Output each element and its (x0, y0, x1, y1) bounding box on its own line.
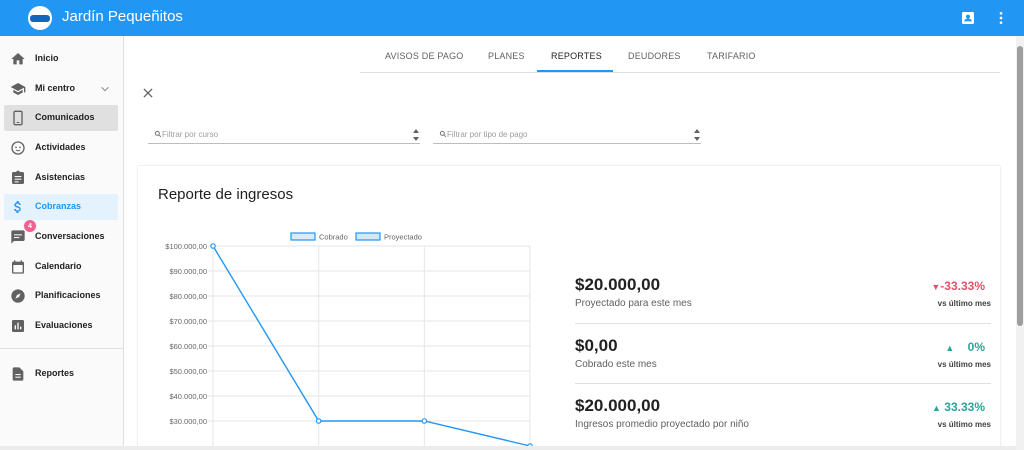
y-tick-label: $90.000,00 (169, 267, 207, 276)
y-tick-label: $80.000,00 (169, 292, 207, 301)
select-arrows-icon (413, 129, 419, 141)
stat-label: Ingresos promedio proyectado por niño (575, 419, 749, 430)
document-icon (12, 367, 24, 381)
stat-value: $20.000,00 (575, 396, 661, 415)
data-point (315, 418, 322, 424)
search-icon (154, 130, 162, 138)
sidebar-item-label: Evaluaciones (35, 320, 93, 330)
stat-value: $20.000,00 (575, 275, 661, 294)
search-icon (439, 130, 447, 138)
trend-down-icon: ▼ (931, 282, 941, 292)
stat-change-up: ▲ 33.33% (932, 400, 985, 414)
tab-deudores[interactable]: DEUDORES (628, 51, 681, 61)
stat-label: Cobrado este mes (575, 359, 657, 370)
legend-label: Proyectado (384, 233, 422, 242)
sidebar-item-asistencias[interactable]: Asistencias (4, 165, 118, 191)
stat-vs: vs último mes (937, 420, 991, 429)
tab-bar: AVISOS DE PAGO PLANES REPORTES DEUDORES … (124, 36, 1016, 72)
sidebar-item-label: Conversaciones (35, 231, 105, 241)
course-filter-placeholder: Filtrar por curso (162, 130, 219, 139)
sidebar-item-label: Cobranzas (35, 201, 82, 211)
phone-icon (13, 110, 23, 126)
stat-vs: vs último mes (937, 360, 991, 369)
close-icon[interactable] (141, 86, 155, 100)
y-tick-label: $50.000,00 (169, 367, 207, 376)
stat-value: $0,00 (575, 336, 618, 355)
sidebar-item-label: Mi centro (35, 83, 76, 93)
legend-label: Cobrado (319, 233, 348, 242)
clipboard-icon (12, 170, 24, 184)
school-icon (10, 83, 26, 95)
sidebar-item-reportes[interactable]: Reportes (4, 361, 118, 387)
sidebar-item-evaluaciones[interactable]: Evaluaciones (4, 313, 118, 339)
sidebar-item-label: Actividades (35, 142, 86, 152)
child-face-icon (11, 141, 25, 155)
sidebar-item-label: Asistencias (35, 172, 86, 182)
data-point (210, 243, 216, 249)
data-point (421, 418, 428, 424)
sidebar-item-label: Reportes (35, 368, 75, 378)
sidebar-item-mi-centro[interactable]: Mi centro (4, 76, 118, 102)
tab-planes[interactable]: PLANES (488, 51, 525, 61)
sidebar-item-calendario[interactable]: Calendario (4, 254, 118, 280)
tab-reportes[interactable]: REPORTES (551, 51, 602, 61)
dollar-icon (14, 201, 21, 213)
sidebar-item-label: Inicio (35, 53, 59, 63)
app-logo (28, 6, 52, 30)
stat-divider (575, 323, 991, 324)
sidebar-item-actividades[interactable]: Actividades (4, 135, 118, 161)
compass-icon (11, 289, 25, 303)
stat-label: Proyectado para este mes (575, 298, 692, 309)
sidebar-item-cobranzas[interactable]: Cobranzas (4, 194, 118, 220)
stat-change-up: ▲ 0% (945, 340, 985, 354)
bar-chart-icon (12, 320, 24, 332)
select-arrows-icon (694, 129, 700, 141)
more-vert-icon[interactable] (991, 8, 1011, 28)
home-icon (11, 53, 25, 65)
scrollbar-thumb[interactable] (1017, 46, 1023, 326)
tab-tarifario[interactable]: TARIFARIO (707, 51, 756, 61)
tab-divider (360, 72, 1000, 73)
sidebar-item-inicio[interactable]: Inicio (4, 46, 118, 72)
stat-change-down: ▼-33.33% (931, 279, 985, 293)
sidebar-item-comunicados[interactable]: Comunicados (4, 105, 118, 131)
sidebar-item-planificaciones[interactable]: Planificaciones (4, 283, 118, 309)
payment-type-filter-placeholder: Filtrar por tipo de pago (447, 130, 528, 139)
payment-type-filter-select[interactable]: Filtrar por tipo de pago (433, 127, 701, 144)
stat-vs: vs último mes (937, 299, 991, 308)
y-tick-label: $100.000,00 (165, 242, 207, 251)
income-line-chart: $100.000,00 $90.000,00 $80.000,00 $70.000,0… (165, 232, 533, 450)
trend-up-icon: ▲ (932, 403, 941, 413)
sidebar-item-label: Planificaciones (35, 290, 101, 300)
y-tick-label: $30.000,00 (169, 417, 207, 426)
active-tab-indicator (537, 70, 613, 72)
sidebar-divider (0, 348, 123, 349)
contact-card-icon[interactable] (958, 8, 978, 28)
top-app-bar: Jardín Pequeñitos (0, 0, 1024, 36)
sidebar: Inicio Mi centro Comunicados Actividades… (0, 36, 124, 450)
app-title: Jardín Pequeñitos (62, 8, 183, 25)
trend-up-icon: ▲ (945, 343, 955, 353)
calendar-icon (12, 260, 24, 274)
legend-swatch (355, 232, 381, 241)
y-tick-label: $60.000,00 (169, 342, 207, 351)
chevron-down-icon (101, 87, 109, 92)
sidebar-item-conversaciones[interactable]: 4 Conversaciones (4, 220, 118, 250)
y-tick-label: $70.000,00 (169, 317, 207, 326)
report-title: Reporte de ingresos (158, 186, 294, 203)
y-tick-label: $40.000,00 (169, 392, 207, 401)
legend-swatch (290, 232, 316, 241)
course-filter-select[interactable]: Filtrar por curso (148, 127, 420, 144)
horizontal-scrollbar[interactable] (0, 446, 1016, 450)
chat-icon (11, 230, 25, 244)
tab-avisos-de-pago[interactable]: AVISOS DE PAGO (385, 51, 464, 61)
sidebar-item-label: Comunicados (35, 112, 95, 122)
stat-divider (575, 383, 991, 384)
sidebar-item-label: Calendario (35, 261, 82, 271)
